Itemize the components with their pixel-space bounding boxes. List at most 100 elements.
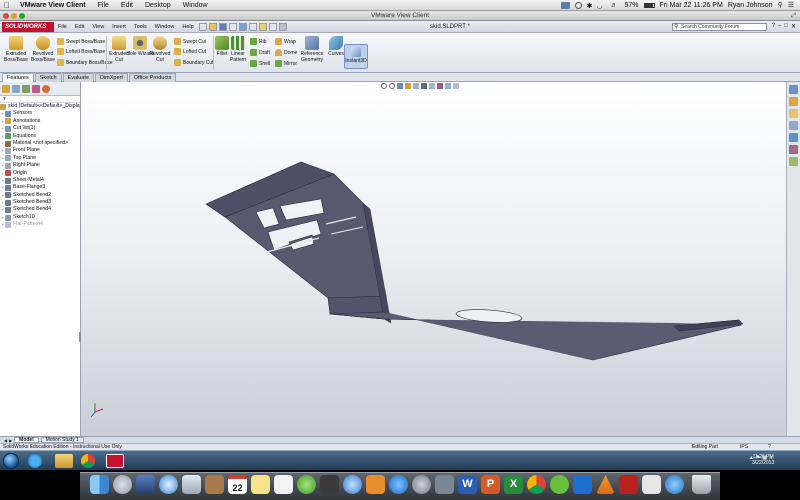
ie-taskbar-icon[interactable] bbox=[28, 454, 42, 468]
instant3d-button[interactable]: Instant3D bbox=[344, 44, 368, 69]
fullscreen-icon[interactable]: ⤢ bbox=[791, 11, 796, 21]
menu-desktop[interactable]: Desktop bbox=[139, 2, 177, 9]
property-manager-icon[interactable] bbox=[12, 84, 20, 93]
spotlight-icon[interactable]: ⚲ bbox=[778, 1, 783, 9]
feature-tree-item[interactable]: + Sketched Bend4 bbox=[0, 206, 80, 214]
menu-edit[interactable]: Edit bbox=[115, 2, 139, 9]
trash-dock-icon[interactable] bbox=[692, 475, 711, 494]
dropbox-icon[interactable] bbox=[560, 1, 570, 9]
rib-button[interactable]: Rib bbox=[250, 38, 267, 45]
zoom-window-button[interactable] bbox=[19, 13, 25, 19]
swept-boss-button[interactable]: Swept Boss/Base bbox=[57, 38, 105, 45]
custom-properties-icon[interactable] bbox=[789, 157, 798, 166]
minimize-window-button[interactable] bbox=[11, 13, 17, 19]
feature-tree-item[interactable]: + Front Plane bbox=[0, 147, 80, 155]
contacts-dock-icon[interactable] bbox=[205, 475, 224, 494]
close-window-button[interactable] bbox=[3, 13, 9, 19]
feature-tree-icon[interactable] bbox=[2, 84, 10, 93]
feature-tree-item[interactable]: + Base-Flange3 bbox=[0, 184, 80, 191]
start-button[interactable] bbox=[3, 453, 19, 469]
solidworks-logo[interactable]: SOLIDWORKS bbox=[2, 21, 54, 32]
search-results-icon[interactable] bbox=[789, 121, 798, 130]
feature-tree-item[interactable]: + Sketch10 bbox=[0, 214, 80, 221]
downloads-dock-icon[interactable] bbox=[665, 475, 684, 494]
linear-pattern-button[interactable]: Linear Pattern bbox=[224, 36, 252, 63]
sw-menu-file[interactable]: File bbox=[54, 24, 71, 30]
restore-icon[interactable]: □ bbox=[784, 23, 788, 30]
minimize-icon[interactable]: – bbox=[778, 23, 781, 30]
messages-dock-icon[interactable] bbox=[297, 475, 316, 494]
reminders-dock-icon[interactable] bbox=[274, 475, 293, 494]
utorrent-dock-icon[interactable] bbox=[550, 475, 569, 494]
appearances-scenes-icon[interactable] bbox=[789, 145, 798, 154]
volume-icon[interactable]: ♬ bbox=[611, 2, 620, 9]
finder-dock-icon[interactable] bbox=[90, 475, 109, 494]
sw-menu-window[interactable]: Window bbox=[151, 24, 179, 30]
rebuild-icon[interactable] bbox=[258, 22, 267, 31]
apple-menu-icon[interactable]:  bbox=[0, 1, 14, 10]
mail-dock-icon[interactable] bbox=[182, 475, 201, 494]
finder-window-dock-icon[interactable] bbox=[642, 475, 661, 494]
feature-tree-item[interactable]: + Sheet-Metal4 bbox=[0, 177, 80, 184]
notes-dock-icon[interactable] bbox=[251, 475, 270, 494]
notification-center-icon[interactable]: ☰ bbox=[788, 1, 794, 9]
boundary-cut-button[interactable]: Boundary Cut bbox=[174, 59, 214, 66]
feature-tree-item[interactable]: + Sketched Bend3 bbox=[0, 199, 80, 206]
menubar-user[interactable]: Ryan Johnson bbox=[728, 2, 773, 9]
wifi-icon[interactable]: ◡ bbox=[597, 2, 606, 10]
adobe-reader-dock-icon[interactable] bbox=[619, 475, 638, 494]
wrap-button[interactable]: Wrap bbox=[275, 38, 296, 45]
taskbar-clock[interactable]: 11:26 PM 3/22/2013 bbox=[752, 454, 774, 466]
excel-dock-icon[interactable]: X bbox=[504, 475, 523, 494]
feature-tree-item[interactable]: + Annotations bbox=[0, 118, 80, 125]
app-store-dock-icon[interactable] bbox=[389, 475, 408, 494]
save-icon[interactable] bbox=[218, 22, 227, 31]
feature-tree-item[interactable]: + Right Plane bbox=[0, 162, 80, 169]
menu-app-name[interactable]: VMware View Client bbox=[14, 2, 92, 9]
feature-tree-filter[interactable]: ▼ bbox=[0, 96, 80, 103]
graphics-area[interactable] bbox=[81, 82, 786, 436]
sw-menu-help[interactable]: Help bbox=[178, 24, 197, 30]
tab-scroll-left-icon[interactable]: ◀ bbox=[4, 438, 7, 443]
feature-tree-item[interactable]: + Sensors bbox=[0, 110, 80, 118]
mirror-button[interactable]: Mirror bbox=[275, 60, 297, 67]
sw-menu-view[interactable]: View bbox=[88, 24, 108, 30]
dimxpert-manager-icon[interactable] bbox=[32, 84, 40, 93]
tab-features[interactable]: Features bbox=[2, 73, 34, 82]
search-community-input[interactable]: ⚲ Search Community Forum bbox=[672, 23, 767, 31]
safari-dock-icon[interactable] bbox=[159, 475, 178, 494]
sw-menu-tools[interactable]: Tools bbox=[130, 24, 151, 30]
draft-button[interactable]: Draft bbox=[250, 49, 270, 56]
extruded-boss-button[interactable]: Extruded Boss/Base bbox=[2, 36, 30, 63]
revolved-boss-button[interactable]: Revolved Boss/Base bbox=[29, 36, 57, 63]
tab-sketch[interactable]: Sketch bbox=[34, 73, 62, 82]
close-icon[interactable]: ✕ bbox=[791, 23, 796, 30]
calendar-dock-icon[interactable]: 22 bbox=[228, 475, 247, 494]
sheet-metal-part-model[interactable] bbox=[81, 82, 786, 436]
dome-button[interactable]: Dome bbox=[275, 49, 297, 56]
bluetooth-icon[interactable]: ✱ bbox=[587, 2, 593, 10]
solidworks-taskbar-icon[interactable] bbox=[106, 454, 124, 468]
facetime-dock-icon[interactable] bbox=[320, 475, 339, 494]
tab-dimxpert[interactable]: DimXpert bbox=[94, 73, 128, 82]
itunes-dock-icon[interactable] bbox=[343, 475, 362, 494]
swept-cut-button[interactable]: Swept Cut bbox=[174, 38, 206, 45]
new-doc-icon[interactable] bbox=[198, 22, 207, 31]
options-icon[interactable] bbox=[278, 22, 287, 31]
tab-scroll-right-icon[interactable]: ▶ bbox=[9, 438, 12, 443]
vmware-dock-icon[interactable] bbox=[435, 475, 454, 494]
feature-tree-item[interactable]: skid (Default<<Default>_Display bbox=[0, 103, 80, 110]
battery-percent[interactable]: 97% bbox=[625, 2, 639, 9]
timemachine-icon[interactable] bbox=[574, 1, 582, 9]
feature-tree-item[interactable]: + Equations bbox=[0, 133, 80, 140]
file-properties-icon[interactable] bbox=[268, 22, 277, 31]
sw-menu-edit[interactable]: Edit bbox=[71, 24, 88, 30]
vlc-dock-icon[interactable] bbox=[596, 475, 615, 494]
feature-tree-item[interactable]: + Cut list(1) bbox=[0, 125, 80, 132]
word-dock-icon[interactable]: W bbox=[458, 475, 477, 494]
menu-window[interactable]: Window bbox=[177, 2, 214, 9]
chrome-taskbar-icon[interactable] bbox=[81, 454, 95, 468]
open-icon[interactable] bbox=[208, 22, 217, 31]
feature-tree-item[interactable]: + Sketched Bend2 bbox=[0, 192, 80, 199]
display-manager-icon[interactable] bbox=[42, 84, 50, 93]
